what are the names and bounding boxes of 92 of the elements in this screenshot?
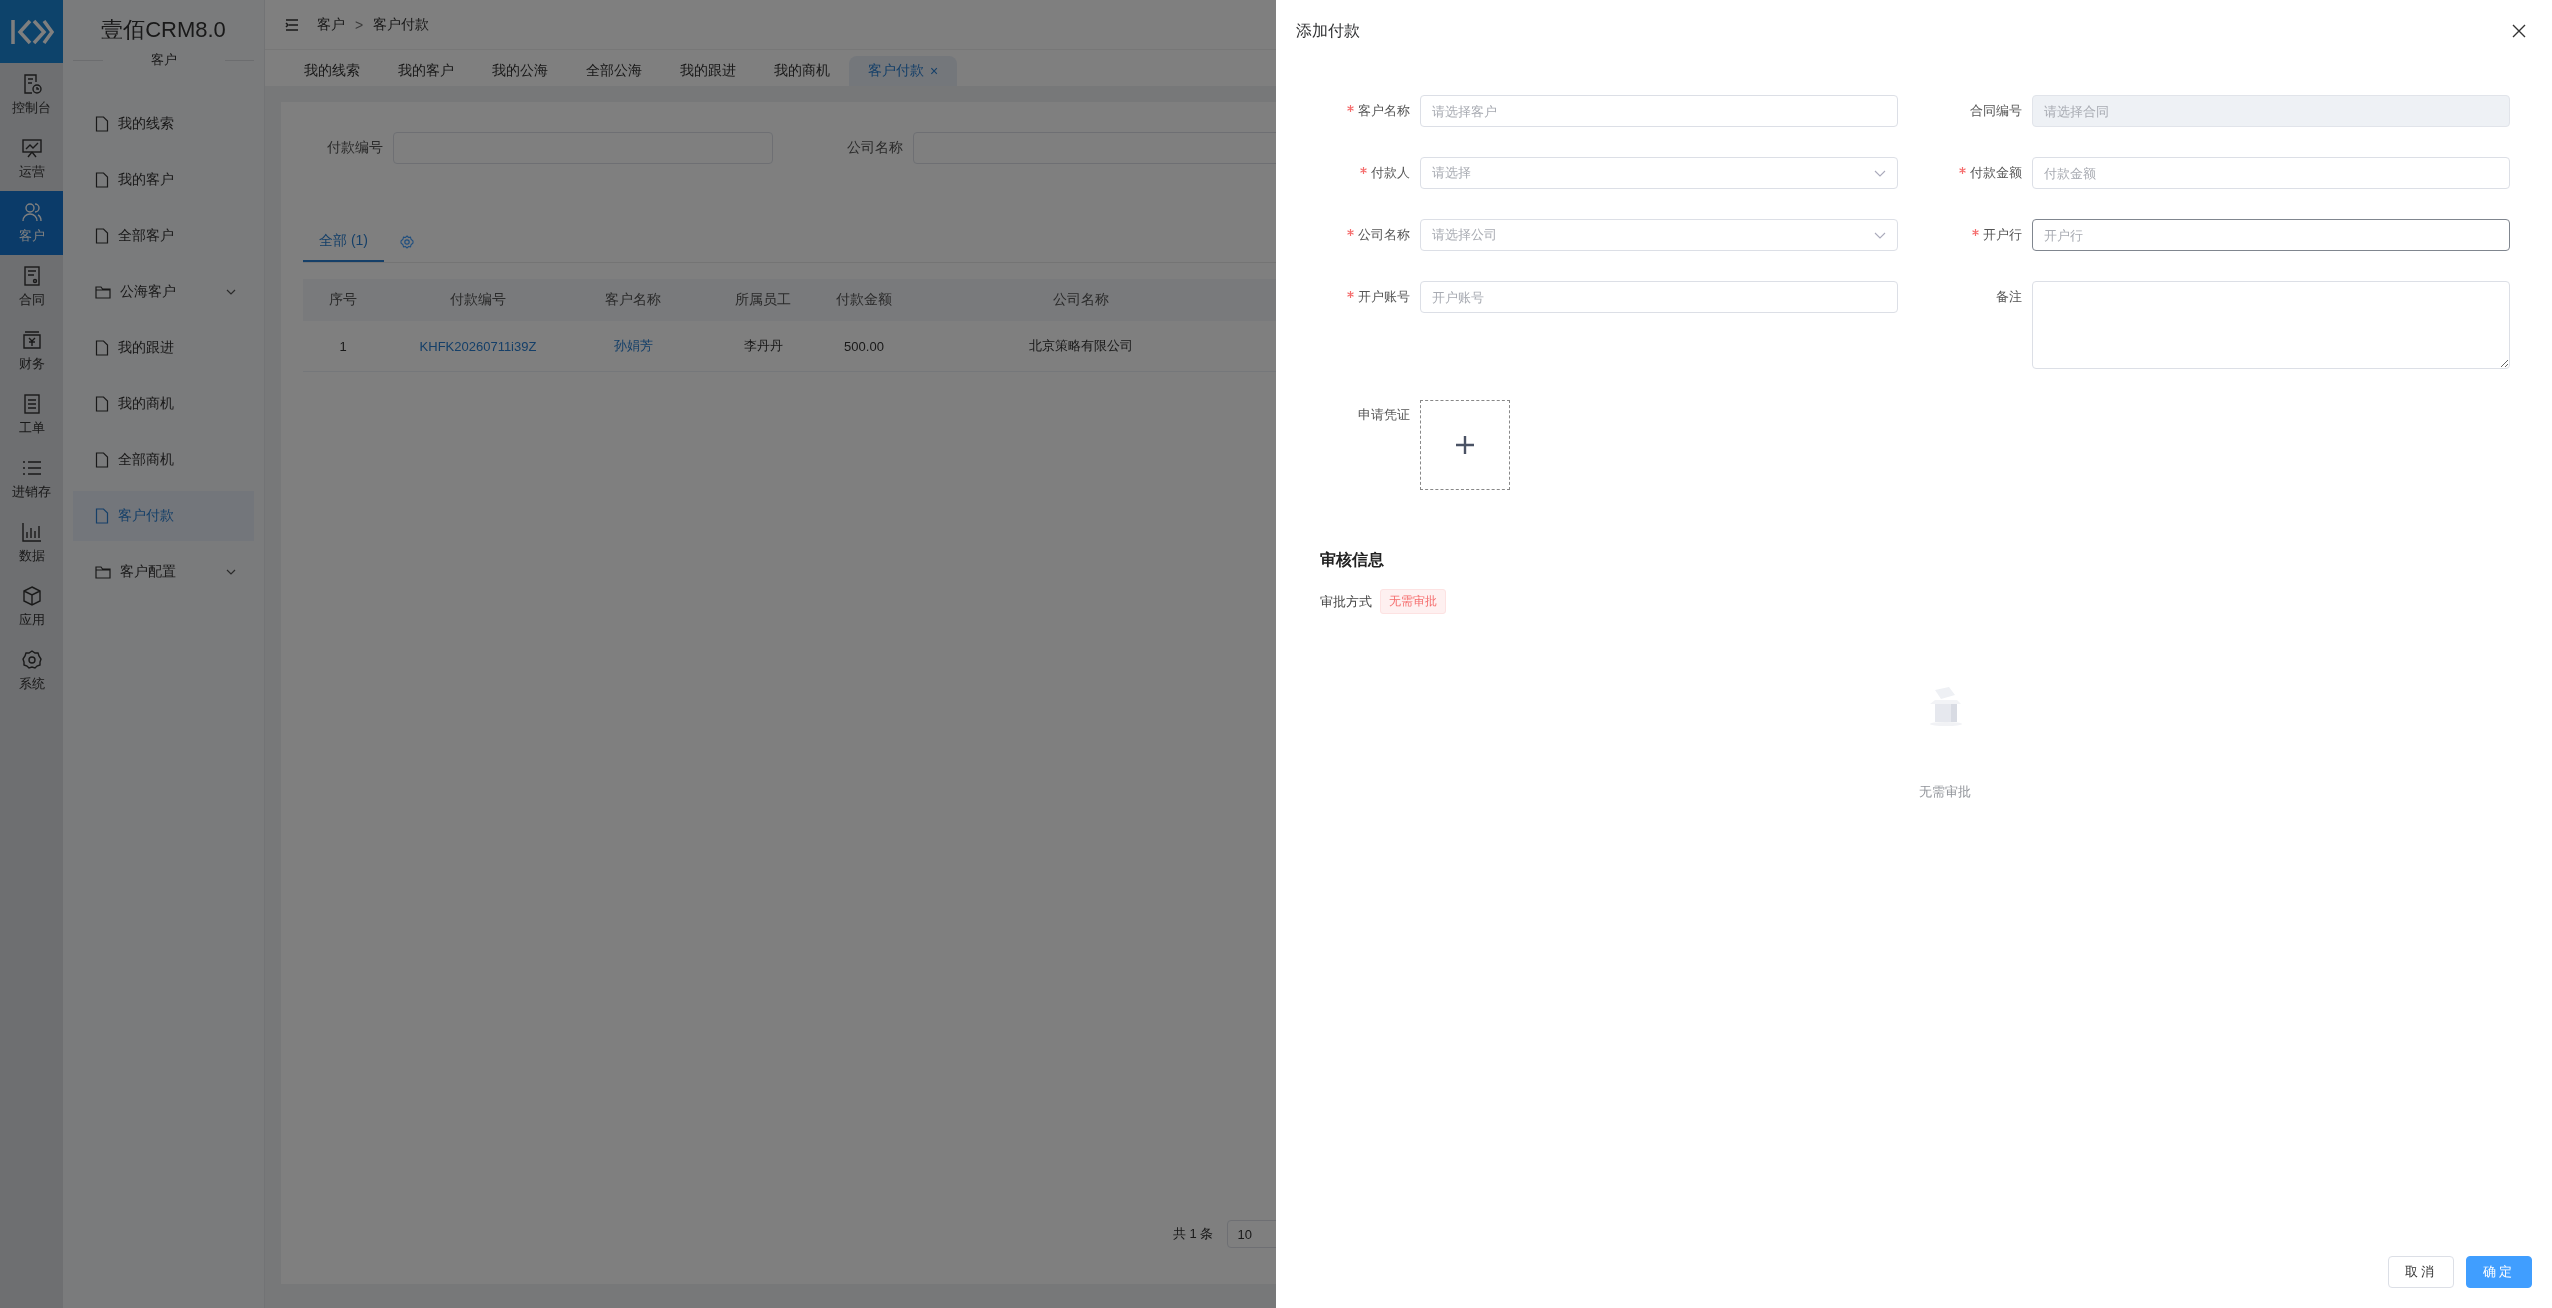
sidebar-item[interactable]: 客户付款 xyxy=(73,491,254,541)
nav-rail-item[interactable]: 合同 xyxy=(0,255,63,319)
nav-rail-item[interactable]: 应用 xyxy=(0,575,63,639)
document-icon xyxy=(95,452,109,468)
folder-icon xyxy=(95,285,111,299)
chevron-icon xyxy=(1874,231,1886,239)
settings-icon xyxy=(20,649,43,671)
document-icon xyxy=(95,508,109,524)
confirm-button[interactable]: 确定 xyxy=(2466,1256,2532,1288)
table-link[interactable]: 孙娟芳 xyxy=(573,337,693,355)
chevron-icon xyxy=(226,289,236,295)
field-label: 开户行 xyxy=(1972,227,2022,243)
nav-rail-item[interactable]: 运营 xyxy=(0,127,63,191)
field-label: 客户名称 xyxy=(1347,103,1410,119)
sidebar-item[interactable]: 我的跟进 xyxy=(73,323,254,373)
nav-rail-item[interactable]: 财务 xyxy=(0,319,63,383)
field-label: 付款人 xyxy=(1360,165,1410,181)
cube-icon xyxy=(20,585,43,607)
drawer-title: 添加付款 xyxy=(1296,20,1360,41)
section-title: 审核信息 xyxy=(1320,550,1385,570)
field-label: 审批方式 xyxy=(1320,592,1372,611)
filter-label: 付款编号 xyxy=(326,139,383,157)
app-title: 壹佰CRM8.0 xyxy=(100,16,227,44)
column-header: 付款金额 xyxy=(835,291,893,309)
table-link[interactable]: KHFK20260711i39Z xyxy=(383,338,573,354)
nav-rail-item[interactable]: 客户 xyxy=(0,191,63,255)
document-icon xyxy=(95,172,109,188)
page-tab[interactable]: 我的客户 xyxy=(379,56,473,86)
table-cell-text: 500.00 xyxy=(843,338,885,354)
empty-state-text: 无需审批 xyxy=(1918,783,1971,801)
column-header: 付款编号 xyxy=(449,291,507,309)
nav-rail-item[interactable]: 控制台 xyxy=(0,63,63,127)
nav-rail-item[interactable]: 数据 xyxy=(0,511,63,575)
sidebar-item[interactable]: 公海客户 xyxy=(73,267,254,317)
field-label: 合同编号 xyxy=(1970,103,2022,119)
page-tab[interactable]: 我的公海 xyxy=(473,56,567,86)
field-label: 备注 xyxy=(1996,289,2022,305)
sidebar-item[interactable]: 我的客户 xyxy=(73,155,254,205)
chevron-icon xyxy=(226,569,236,575)
sidebar-item[interactable]: 我的线索 xyxy=(73,99,254,149)
page-tab[interactable]: 客户付款 × xyxy=(849,56,958,86)
folder-icon xyxy=(95,565,111,579)
input-field[interactable]: 开户行 xyxy=(2032,219,2510,251)
nav-rail-item[interactable]: 进销存 xyxy=(0,447,63,511)
close-icon[interactable] xyxy=(2510,22,2528,40)
table-cell-text: 1 xyxy=(338,338,348,354)
table-cell-text: 北京策略有限公司 xyxy=(1028,337,1134,355)
document-icon xyxy=(95,116,109,132)
field-label: 公司名称 xyxy=(1347,227,1410,243)
sidebar-item[interactable]: 全部客户 xyxy=(73,211,254,261)
filter-label: 公司名称 xyxy=(846,139,903,157)
column-header: 客户名称 xyxy=(604,291,662,309)
list-tab[interactable]: 全部 (1) xyxy=(303,222,384,262)
total-count: 共 1 条 xyxy=(1173,1225,1214,1243)
column-header: 序号 xyxy=(328,291,358,309)
sidebar-item[interactable]: 我的商机 xyxy=(73,379,254,429)
sidebar-item[interactable]: 客户配置 xyxy=(73,547,254,597)
document-icon xyxy=(95,228,109,244)
page-tab[interactable]: 全部公海 xyxy=(567,56,661,86)
field-label: 付款金额 xyxy=(1959,165,2022,181)
column-header: 所属员工 xyxy=(734,291,792,309)
close-tab-icon[interactable]: × xyxy=(930,63,939,79)
plus-icon xyxy=(1454,434,1476,456)
select-field[interactable]: 请选择公司 xyxy=(1420,219,1898,251)
nav-rail-item[interactable]: 系统 xyxy=(0,639,63,703)
status-tag: 无需审批 xyxy=(1380,589,1446,614)
notes-field[interactable] xyxy=(2032,281,2510,369)
select-field[interactable]: 请选择 xyxy=(1420,157,1898,189)
page-tab[interactable]: 我的跟进 xyxy=(661,56,755,86)
upload-button[interactable] xyxy=(1420,400,1510,490)
page-tab[interactable]: 我的线索 xyxy=(285,56,379,86)
breadcrumb-separator: > xyxy=(355,16,364,33)
settings-icon[interactable] xyxy=(400,235,414,249)
bar-chart-icon xyxy=(20,521,43,543)
field-label: 开户账号 xyxy=(1347,289,1410,305)
field-label: 申请凭证 xyxy=(1358,407,1410,423)
menu-icon[interactable] xyxy=(285,18,299,31)
yen-box-icon xyxy=(20,329,43,351)
section-title: 客户 xyxy=(149,51,178,69)
page-tab[interactable]: 我的商机 xyxy=(755,56,849,86)
document-icon xyxy=(95,340,109,356)
breadcrumb-item: 客户付款 xyxy=(373,15,430,34)
presentation-icon xyxy=(20,137,43,159)
users-icon xyxy=(20,201,43,223)
nav-rail-item[interactable]: 工单 xyxy=(0,383,63,447)
chevron-icon xyxy=(1874,169,1886,177)
sidebar-item[interactable]: 全部商机 xyxy=(73,435,254,485)
column-header: 公司名称 xyxy=(1052,291,1110,309)
cancel-button[interactable]: 取消 xyxy=(2388,1256,2454,1288)
table-cell-text: 李丹丹 xyxy=(742,337,784,355)
breadcrumb-item[interactable]: 客户 xyxy=(317,15,345,34)
document-icon xyxy=(95,396,109,412)
